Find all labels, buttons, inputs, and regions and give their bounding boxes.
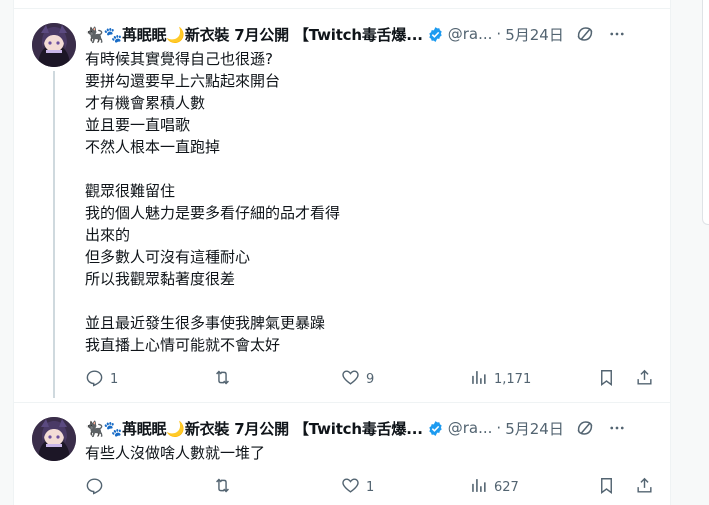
verified-badge-icon	[427, 420, 444, 437]
grok-icon[interactable]	[576, 25, 594, 43]
verified-badge-icon	[427, 26, 444, 43]
display-name[interactable]: 🐈‍⬛🐾苒眠眠🌙新衣裝 7月公開 【Twitch毒舌爆...	[85, 418, 423, 439]
share-button[interactable]	[635, 476, 654, 499]
retweet-button[interactable]	[213, 476, 238, 499]
display-name[interactable]: 🐈‍⬛🐾苒眠眠🌙新衣裝 7月公開 【Twitch毒舌爆...	[85, 24, 423, 45]
views-count: 627	[494, 480, 519, 495]
tweet-actions: 1 627	[85, 476, 655, 498]
tweet-text: 有些人沒做啥人數就一堆了	[85, 444, 266, 462]
views-button[interactable]: 1,171	[469, 368, 531, 391]
like-icon	[341, 368, 360, 391]
reply-count: 1	[110, 372, 119, 387]
bookmark-icon	[597, 476, 616, 499]
tweet-header: 🐈‍⬛🐾苒眠眠🌙新衣裝 7月公開 【Twitch毒舌爆... @ra... · …	[85, 417, 665, 439]
like-count: 1	[366, 480, 375, 495]
views-count: 1,171	[494, 372, 532, 387]
more-icon[interactable]	[608, 25, 626, 43]
bookmark-icon	[597, 368, 616, 391]
reply-button[interactable]	[85, 476, 110, 499]
like-icon	[341, 476, 360, 499]
like-button[interactable]: 9	[341, 368, 374, 391]
reply-icon	[85, 476, 104, 499]
separator-dot: ·	[496, 419, 502, 437]
reply-icon	[85, 368, 104, 391]
more-icon[interactable]	[608, 419, 626, 437]
avatar[interactable]	[32, 23, 76, 67]
tweet[interactable]: 🐈‍⬛🐾苒眠眠🌙新衣裝 7月公開 【Twitch毒舌爆... @ra... · …	[13, 403, 671, 505]
like-count: 9	[366, 372, 375, 387]
tweet[interactable]: 🐈‍⬛🐾苒眠眠🌙新衣裝 7月公開 【Twitch毒舌爆... @ra... · …	[13, 9, 671, 402]
tweet-text: 有時候其實覺得自己也很遜? 要拼勾還要早上六點起來開台 才有機會累積人數 並且要…	[85, 50, 341, 354]
timestamp[interactable]: 5月24日	[505, 24, 564, 45]
share-button[interactable]	[635, 368, 654, 391]
tweet-actions: 1 9 1,171	[85, 368, 655, 390]
share-icon	[635, 476, 654, 499]
retweet-button[interactable]	[213, 368, 238, 391]
separator-dot: ·	[496, 25, 502, 43]
tweet-header: 🐈‍⬛🐾苒眠眠🌙新衣裝 7月公開 【Twitch毒舌爆... @ra... · …	[85, 23, 665, 45]
retweet-icon	[213, 476, 232, 499]
like-button[interactable]: 1	[341, 476, 374, 499]
timestamp[interactable]: 5月24日	[505, 418, 564, 439]
bookmark-button[interactable]	[597, 476, 616, 499]
handle[interactable]: @ra...	[448, 419, 493, 437]
views-icon	[469, 368, 488, 391]
reply-button[interactable]: 1	[85, 368, 118, 391]
right-panel-edge	[702, 0, 709, 225]
thread-line	[53, 71, 55, 398]
views-icon	[469, 476, 488, 499]
avatar[interactable]	[32, 417, 76, 461]
bookmark-button[interactable]	[597, 368, 616, 391]
retweet-icon	[213, 368, 232, 391]
grok-icon[interactable]	[576, 419, 594, 437]
views-button[interactable]: 627	[469, 476, 519, 499]
handle[interactable]: @ra...	[448, 25, 493, 43]
share-icon	[635, 368, 654, 391]
